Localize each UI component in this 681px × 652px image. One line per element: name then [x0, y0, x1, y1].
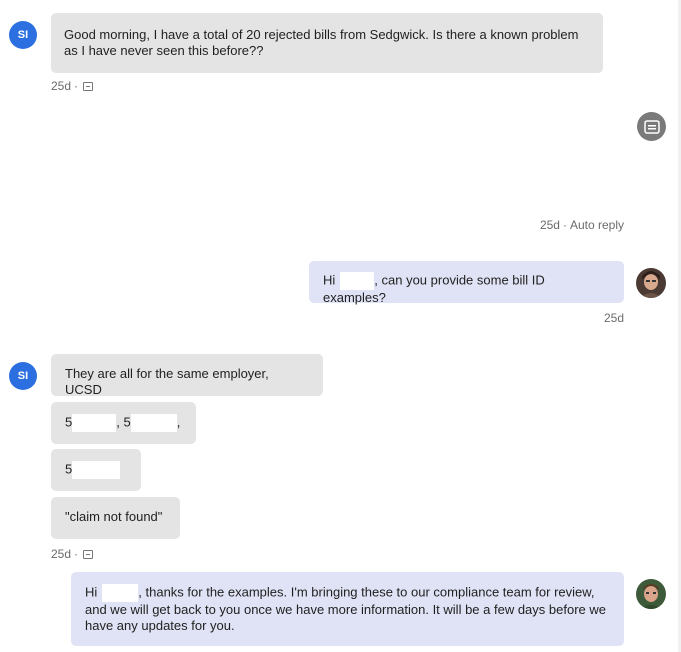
message-seen-icon — [83, 549, 94, 559]
message-meta: 25d · — [51, 547, 94, 561]
avatar-initials: SI — [17, 370, 29, 382]
comma: , — [176, 414, 181, 430]
bill-id-prefix: , 5 — [116, 414, 131, 430]
customer-avatar: SI — [9, 362, 37, 390]
message-greeting: Hi — [323, 272, 336, 288]
meta-separator: · — [562, 218, 567, 232]
incoming-message-bubble[interactable]: 5 — [51, 449, 141, 491]
bot-avatar — [637, 112, 666, 141]
auto-reply-label: Auto reply — [569, 218, 624, 232]
message-text: "claim not found" — [65, 509, 163, 524]
incoming-message-bubble[interactable]: "claim not found" — [51, 497, 180, 539]
bill-id-prefix: 5 — [65, 414, 73, 430]
agent-avatar — [636, 268, 666, 298]
message-time: 25d — [51, 79, 72, 93]
redacted-bill-id — [72, 461, 121, 479]
message-time: 25d — [603, 311, 624, 325]
outgoing-message-bubble[interactable]: Hi, thanks for the examples. I'm bringin… — [71, 572, 624, 646]
redacted-name — [340, 272, 375, 290]
customer-avatar: SI — [9, 21, 37, 49]
message-meta: 25d · — [51, 79, 94, 93]
redacted-name — [102, 584, 139, 602]
bill-id-prefix: 5 — [65, 461, 73, 477]
auto-reply-meta: 25d · Auto reply — [540, 218, 624, 232]
message-time: 25d — [51, 547, 72, 561]
meta-separator: · — [74, 79, 79, 93]
avatar-initials: SI — [17, 29, 29, 41]
meta-separator: · — [74, 547, 79, 561]
redacted-bill-id — [130, 414, 177, 432]
message-seen-icon — [83, 81, 94, 91]
redacted-bill-id — [72, 414, 117, 432]
auto-reply-time: 25d — [539, 218, 560, 232]
message-greeting: Hi — [85, 584, 98, 600]
message-text: Good morning, I have a total of 20 rejec… — [64, 27, 579, 58]
agent-avatar — [636, 579, 666, 609]
message-text: They are all for the same employer, UCSD — [65, 366, 269, 397]
incoming-message-bubble[interactable]: They are all for the same employer, UCSD — [51, 354, 323, 397]
message-text: , thanks for the examples. I'm bringing … — [85, 584, 606, 633]
bot-icon — [643, 119, 660, 134]
outgoing-message-bubble[interactable]: Hi, can you provide some bill ID example… — [309, 261, 624, 305]
incoming-message-bubble[interactable]: 5 , 5, — [51, 402, 196, 444]
message-meta: 25d — [604, 311, 624, 325]
incoming-message-bubble[interactable]: Good morning, I have a total of 20 rejec… — [51, 13, 603, 73]
